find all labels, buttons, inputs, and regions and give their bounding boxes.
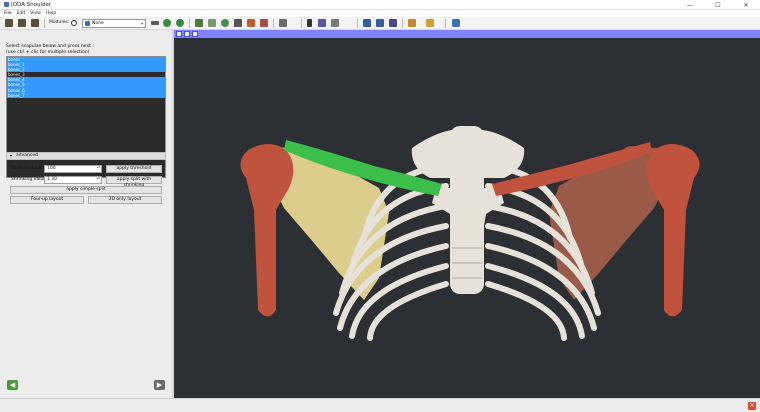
upper-thorax [411, 129, 525, 178]
toolbar-separator [445, 19, 446, 28]
menu-view[interactable]: View [30, 11, 41, 16]
shrinking-value: 1.30 [47, 177, 58, 182]
spin-arrows-icon[interactable]: ▴▾ [97, 177, 100, 180]
threshold-value: 100 [47, 166, 56, 171]
close-window-button[interactable]: ✕ [732, 0, 760, 10]
module-icon [85, 21, 90, 26]
menu-bar: File Edit View Help [0, 10, 760, 17]
3d-only-layout-button[interactable]: 3D only layout [88, 196, 162, 204]
view-controller-bar [174, 30, 760, 38]
threshold-label: Threshold value: [11, 166, 49, 171]
apply-split-shrinking-button[interactable]: apply split with shrinking [106, 176, 162, 188]
module-panel: Select scapulae below and press next : (… [0, 30, 172, 398]
advanced-label: advanced [16, 153, 38, 158]
volumes-module-icon[interactable] [208, 19, 216, 27]
scene-view-icon[interactable] [376, 19, 384, 27]
python-icon[interactable] [452, 19, 460, 27]
toolbar-separator [273, 19, 274, 28]
center-view-icon[interactable] [192, 31, 198, 37]
window-title: IODA Shoulder [11, 2, 52, 8]
minimize-button[interactable]: — [676, 0, 704, 10]
markups-module-icon[interactable] [247, 19, 255, 27]
left-humerus [240, 144, 294, 317]
load-dicom-icon[interactable] [18, 19, 26, 27]
toolbar-separator [189, 19, 190, 28]
list-item[interactable]: bones_7 [7, 92, 165, 98]
threshold-input[interactable]: 100 ▴▾ [44, 165, 102, 173]
menu-file[interactable]: File [4, 11, 12, 16]
sternum [432, 188, 504, 238]
title-bar: IODA Shoulder — ☐ ✕ [0, 0, 760, 10]
pointer-icon[interactable] [307, 19, 312, 27]
error-log-icon[interactable]: ✕ [748, 402, 756, 410]
toolbar-separator [402, 19, 403, 28]
apply-threshold-button[interactable]: apply threshold [106, 165, 162, 173]
app-icon [4, 2, 9, 7]
crosshair-icon[interactable] [318, 19, 326, 27]
3d-view[interactable] [174, 30, 760, 398]
menu-edit[interactable]: Edit [17, 11, 26, 16]
maximize-button[interactable]: ☐ [704, 0, 732, 10]
transforms-module-icon[interactable] [234, 19, 242, 27]
layout-icon[interactable] [279, 19, 287, 27]
arrow-left-icon[interactable]: ◀ [7, 380, 18, 390]
segment-editor-icon[interactable] [260, 19, 268, 27]
link-icon[interactable] [184, 31, 190, 37]
previous-module-icon[interactable] [151, 21, 159, 25]
advanced-section-toggle[interactable]: ▾ advanced [6, 152, 166, 160]
toolbar-separator [301, 19, 302, 28]
status-bar: ✕ [0, 398, 760, 412]
load-data-icon[interactable] [5, 19, 13, 27]
ruler-icon[interactable] [426, 19, 434, 27]
instruction-line-1: Select scapulae below and press next : [6, 44, 94, 49]
models-module-icon[interactable] [221, 19, 229, 27]
four-up-layout-button[interactable]: Four-up layout [10, 196, 84, 204]
window-level-icon[interactable] [331, 19, 339, 27]
main-toolbar: Modules: None ▾ [0, 17, 760, 30]
back-module-icon[interactable] [163, 19, 171, 27]
arrow-right-icon[interactable]: ▶ [154, 380, 165, 390]
chevron-down-icon: ▾ [140, 21, 143, 26]
save-scene-icon[interactable] [31, 19, 39, 27]
fiducial-icon[interactable] [408, 19, 416, 27]
toolbar-separator [357, 19, 358, 28]
modules-label: Modules: [49, 20, 70, 25]
module-selector[interactable]: None ▾ [82, 19, 146, 28]
shrinking-input[interactable]: 1.30 ▴▾ [44, 176, 102, 184]
module-selected-value: None [92, 21, 104, 26]
instruction-text: Select scapulae below and press next : (… [6, 44, 94, 55]
menu-help[interactable]: Help [46, 11, 56, 16]
search-icon[interactable] [71, 20, 77, 26]
apply-simple-split-button[interactable]: apply simple split [10, 186, 162, 194]
pin-icon[interactable] [176, 31, 182, 37]
data-module-icon[interactable] [195, 19, 203, 27]
instruction-line-2: (use ctrl + clic for multiple selection) [6, 49, 90, 55]
screenshot-icon[interactable] [363, 19, 371, 27]
toolbar-separator [44, 19, 45, 28]
spin-arrows-icon[interactable]: ▴▾ [97, 166, 100, 169]
forward-module-icon[interactable] [176, 19, 184, 27]
bone-render [240, 126, 700, 341]
right-humerus [646, 144, 700, 317]
shrinking-label: Shrinking value: [11, 177, 48, 182]
chevron-down-icon: ▾ [10, 153, 13, 158]
extension-icon[interactable] [389, 19, 397, 27]
